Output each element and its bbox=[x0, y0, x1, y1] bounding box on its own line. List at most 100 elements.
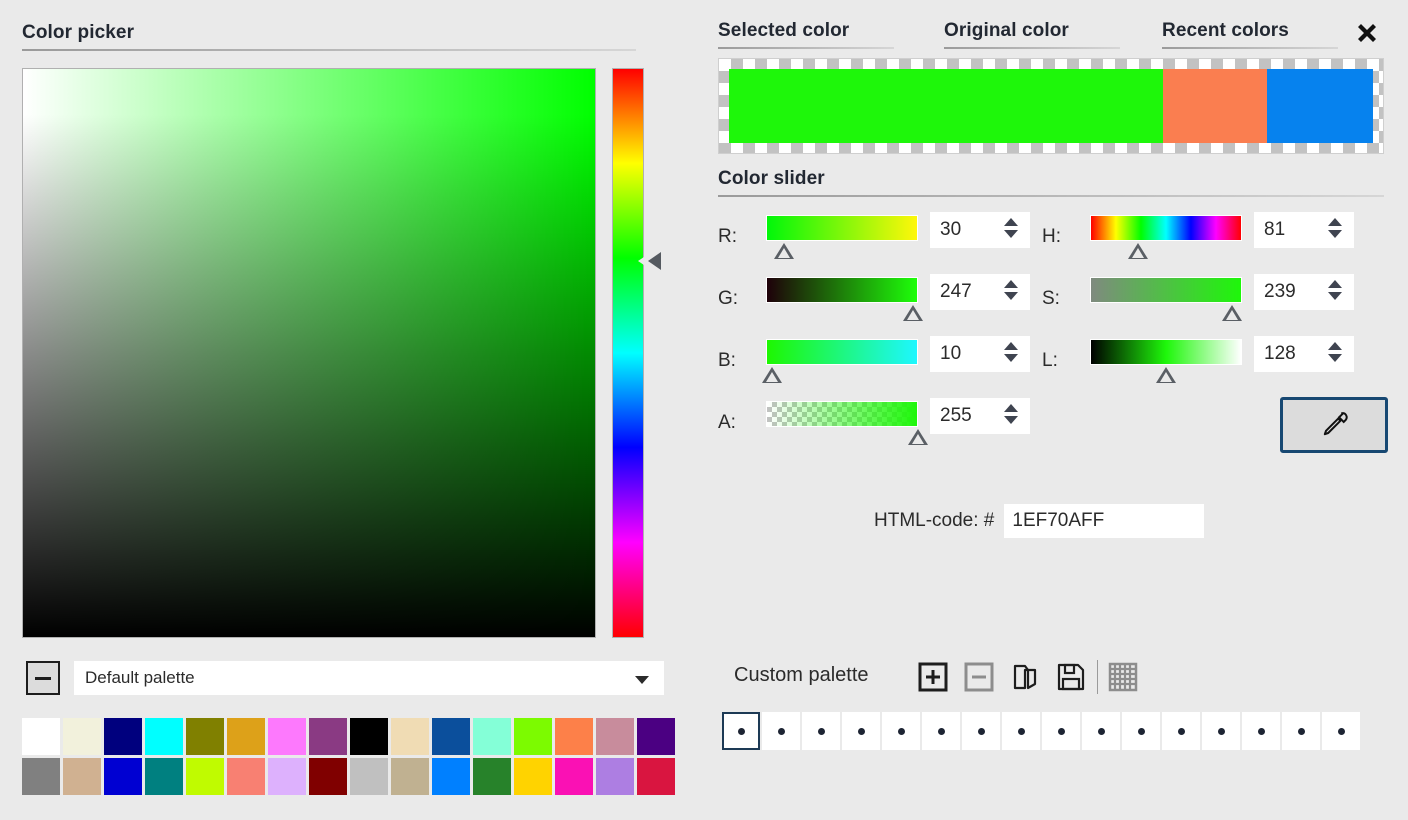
palette-swatch[interactable] bbox=[186, 718, 224, 755]
spinner-arrows[interactable] bbox=[1328, 218, 1342, 238]
spinner-up-icon[interactable] bbox=[1328, 280, 1342, 288]
spinner-down-icon[interactable] bbox=[1328, 292, 1342, 300]
spinner-arrows[interactable] bbox=[1004, 404, 1018, 424]
slider-track-b[interactable] bbox=[766, 339, 918, 365]
spinner-arrows[interactable] bbox=[1328, 342, 1342, 362]
palette-swatch[interactable] bbox=[104, 718, 142, 755]
palette-swatch[interactable] bbox=[145, 758, 183, 795]
hue-marker-icon[interactable] bbox=[648, 252, 661, 270]
palette-swatch[interactable] bbox=[555, 758, 593, 795]
palette-swatch[interactable] bbox=[555, 718, 593, 755]
palette-swatch[interactable] bbox=[391, 758, 429, 795]
palette-swatch[interactable] bbox=[514, 758, 552, 795]
custom-palette-slot[interactable] bbox=[762, 712, 800, 750]
spinner-up-icon[interactable] bbox=[1004, 218, 1018, 226]
grid-view-button[interactable] bbox=[1106, 660, 1140, 694]
palette-swatch[interactable] bbox=[22, 718, 60, 755]
slider-thumb-g[interactable] bbox=[903, 305, 923, 321]
spinner-arrows[interactable] bbox=[1004, 342, 1018, 362]
spinner-s[interactable]: 239 bbox=[1254, 274, 1354, 310]
palette-swatch[interactable] bbox=[596, 758, 634, 795]
slider-thumb-l[interactable] bbox=[1156, 367, 1176, 383]
saturation-value-field[interactable] bbox=[22, 68, 596, 638]
slider-thumb-a[interactable] bbox=[908, 429, 928, 445]
custom-palette-slot[interactable] bbox=[1082, 712, 1120, 750]
slider-track-s[interactable] bbox=[1090, 277, 1242, 303]
palette-swatch[interactable] bbox=[473, 758, 511, 795]
custom-palette-slot[interactable] bbox=[1242, 712, 1280, 750]
spinner-b[interactable]: 10 bbox=[930, 336, 1030, 372]
palette-swatch[interactable] bbox=[514, 718, 552, 755]
palette-swatch[interactable] bbox=[596, 718, 634, 755]
palette-swatch[interactable] bbox=[432, 718, 470, 755]
custom-palette-slot[interactable] bbox=[882, 712, 920, 750]
custom-palette-slot[interactable] bbox=[842, 712, 880, 750]
eyedropper-button[interactable] bbox=[1280, 397, 1388, 453]
spinner-up-icon[interactable] bbox=[1328, 218, 1342, 226]
custom-palette-slot[interactable] bbox=[1122, 712, 1160, 750]
spinner-up-icon[interactable] bbox=[1328, 342, 1342, 350]
open-palette-button[interactable] bbox=[1008, 660, 1042, 694]
original-color-swatch[interactable] bbox=[1163, 69, 1268, 143]
palette-swatch[interactable] bbox=[145, 718, 183, 755]
spinner-down-icon[interactable] bbox=[1004, 354, 1018, 362]
palette-swatch[interactable] bbox=[309, 718, 347, 755]
palette-swatch[interactable] bbox=[391, 718, 429, 755]
palette-swatch[interactable] bbox=[350, 718, 388, 755]
palette-swatch[interactable] bbox=[350, 758, 388, 795]
recent-color-swatch[interactable] bbox=[1267, 69, 1373, 143]
custom-palette-slot[interactable] bbox=[802, 712, 840, 750]
spinner-arrows[interactable] bbox=[1328, 280, 1342, 300]
spinner-up-icon[interactable] bbox=[1004, 342, 1018, 350]
spinner-r[interactable]: 30 bbox=[930, 212, 1030, 248]
custom-palette-slot[interactable] bbox=[722, 712, 760, 750]
html-code-input[interactable]: 1EF70AFF bbox=[1004, 504, 1204, 538]
spinner-down-icon[interactable] bbox=[1328, 230, 1342, 238]
selected-color-swatch[interactable] bbox=[729, 69, 1163, 143]
remove-color-button[interactable] bbox=[962, 660, 996, 694]
slider-thumb-r[interactable] bbox=[774, 243, 794, 259]
custom-palette-slot[interactable] bbox=[1202, 712, 1240, 750]
custom-palette-slot[interactable] bbox=[1002, 712, 1040, 750]
palette-swatch[interactable] bbox=[637, 758, 675, 795]
spinner-arrows[interactable] bbox=[1004, 280, 1018, 300]
palette-swatch[interactable] bbox=[63, 758, 101, 795]
spinner-down-icon[interactable] bbox=[1004, 416, 1018, 424]
custom-palette-slot[interactable] bbox=[1322, 712, 1360, 750]
custom-palette-slot[interactable] bbox=[962, 712, 1000, 750]
spinner-up-icon[interactable] bbox=[1004, 404, 1018, 412]
palette-swatch[interactable] bbox=[432, 758, 470, 795]
slider-track-a[interactable] bbox=[766, 401, 918, 427]
palette-swatch[interactable] bbox=[309, 758, 347, 795]
palette-select[interactable]: Default palette bbox=[74, 661, 664, 695]
save-palette-button[interactable] bbox=[1054, 660, 1088, 694]
spinner-down-icon[interactable] bbox=[1004, 292, 1018, 300]
palette-swatch[interactable] bbox=[186, 758, 224, 795]
custom-palette-slot[interactable] bbox=[1162, 712, 1200, 750]
add-color-button[interactable] bbox=[916, 660, 950, 694]
spinner-l[interactable]: 128 bbox=[1254, 336, 1354, 372]
spinner-down-icon[interactable] bbox=[1328, 354, 1342, 362]
spinner-h[interactable]: 81 bbox=[1254, 212, 1354, 248]
slider-track-g[interactable] bbox=[766, 277, 918, 303]
palette-swatch[interactable] bbox=[104, 758, 142, 795]
palette-swatch[interactable] bbox=[22, 758, 60, 795]
palette-swatch[interactable] bbox=[227, 758, 265, 795]
slider-thumb-s[interactable] bbox=[1222, 305, 1242, 321]
palette-swatch[interactable] bbox=[268, 758, 306, 795]
spinner-down-icon[interactable] bbox=[1004, 230, 1018, 238]
hue-strip[interactable] bbox=[612, 68, 644, 638]
slider-track-l[interactable] bbox=[1090, 339, 1242, 365]
collapse-minus-icon[interactable] bbox=[26, 661, 60, 695]
palette-swatch[interactable] bbox=[637, 718, 675, 755]
custom-palette-slot[interactable] bbox=[922, 712, 960, 750]
palette-swatch[interactable] bbox=[473, 718, 511, 755]
custom-palette-slot[interactable] bbox=[1042, 712, 1080, 750]
spinner-up-icon[interactable] bbox=[1004, 280, 1018, 288]
slider-thumb-b[interactable] bbox=[762, 367, 782, 383]
slider-thumb-h[interactable] bbox=[1128, 243, 1148, 259]
slider-track-r[interactable] bbox=[766, 215, 918, 241]
slider-track-h[interactable] bbox=[1090, 215, 1242, 241]
spinner-arrows[interactable] bbox=[1004, 218, 1018, 238]
palette-swatch[interactable] bbox=[63, 718, 101, 755]
